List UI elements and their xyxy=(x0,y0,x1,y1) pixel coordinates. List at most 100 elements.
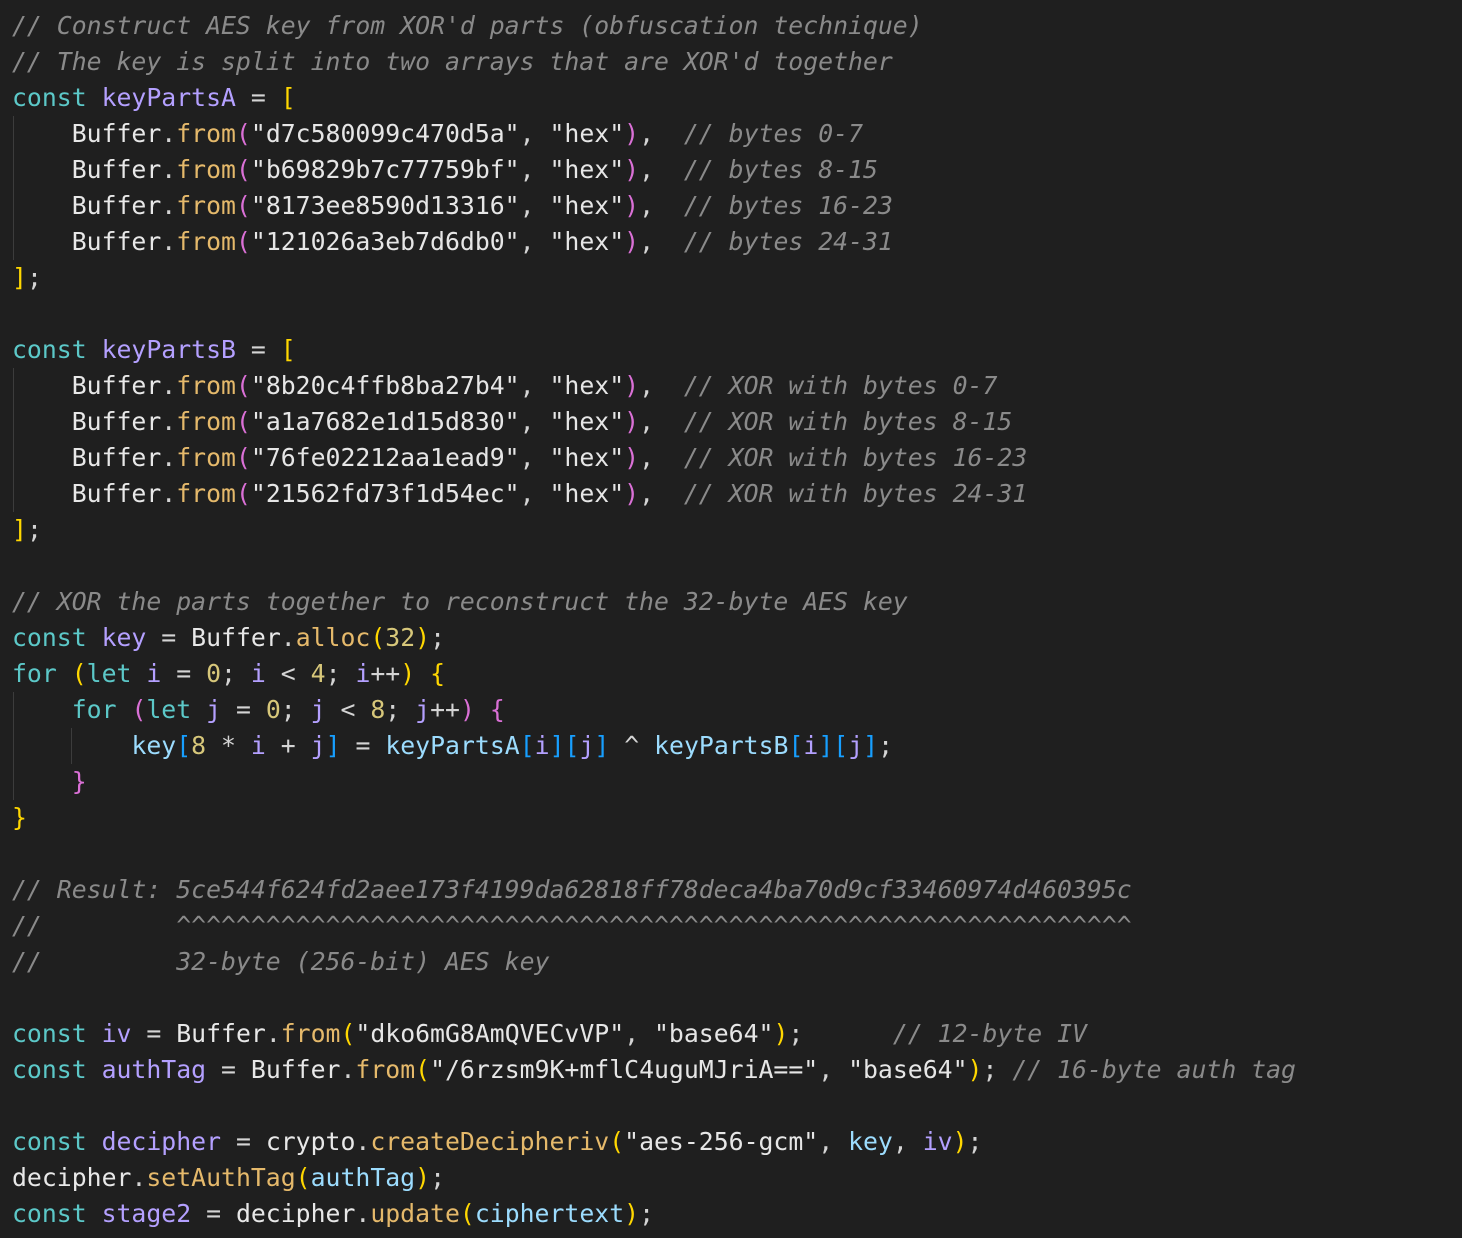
code-token: ; xyxy=(639,1199,655,1228)
code-line[interactable]: ]; xyxy=(12,512,42,548)
code-token: from xyxy=(176,119,236,148)
code-token: // XOR with bytes 16-23 xyxy=(683,443,1028,472)
code-token: from xyxy=(176,371,236,400)
code-token: "hex" xyxy=(549,443,625,472)
code-token: ( xyxy=(235,407,251,436)
code-token: Buffer xyxy=(71,407,162,436)
code-token: // XOR with bytes 24-31 xyxy=(683,479,1028,508)
code-line[interactable]: } xyxy=(12,764,87,800)
code-token: const xyxy=(12,83,102,112)
code-token: i xyxy=(803,731,819,760)
code-token: "dko6mG8AmQVECvVP" xyxy=(355,1019,625,1048)
code-line[interactable]: const decipher = crypto.createDecipheriv… xyxy=(12,1124,982,1160)
code-token: from xyxy=(176,227,236,256)
code-line[interactable]: Buffer.from("21562fd73f1d54ec", "hex"), … xyxy=(12,476,1028,512)
code-token: "8173ee8590d13316" xyxy=(250,191,520,220)
code-token: key xyxy=(131,731,177,760)
code-token: ( xyxy=(235,371,251,400)
code-line[interactable]: Buffer.from("a1a7682e1d15d830", "hex"), … xyxy=(12,404,1013,440)
code-token: . xyxy=(161,407,177,436)
code-token: . xyxy=(355,1127,371,1156)
code-token: // Construct AES key from XOR'd parts (o… xyxy=(12,11,923,40)
code-token: , xyxy=(639,443,684,472)
code-token: ; xyxy=(982,1055,1013,1084)
code-token: iv xyxy=(101,1019,132,1048)
code-token: update xyxy=(370,1199,460,1228)
code-line[interactable]: // Result: 5ce544f624fd2aee173f4199da628… xyxy=(12,872,1132,908)
code-token: . xyxy=(340,1055,356,1084)
code-token: 0 xyxy=(206,659,222,688)
code-token: ] xyxy=(12,515,27,544)
code-line[interactable]: // 32-byte (256-bit) AES key xyxy=(12,944,549,980)
code-line[interactable]: // ^^^^^^^^^^^^^^^^^^^^^^^^^^^^^^^^^^^^^… xyxy=(12,908,1132,944)
code-token: ) xyxy=(624,227,640,256)
code-token: ; xyxy=(788,1019,893,1048)
code-line[interactable]: Buffer.from("b69829b7c77759bf", "hex"), … xyxy=(12,152,878,188)
code-line[interactable]: // XOR the parts together to reconstruct… xyxy=(12,584,908,620)
code-line[interactable]: for (let j = 0; j < 8; j++) { xyxy=(12,692,505,728)
code-line[interactable]: key[8 * i + j] = keyPartsA[i][j] ^ keyPa… xyxy=(12,728,893,764)
code-line[interactable]: decipher.setAuthTag(authTag); xyxy=(12,1160,445,1196)
code-token: // ^^^^^^^^^^^^^^^^^^^^^^^^^^^^^^^^^^^^^… xyxy=(12,911,1132,940)
code-line[interactable]: const authTag = Buffer.from("/6rzsm9K+mf… xyxy=(12,1052,1296,1088)
code-token: ; xyxy=(385,695,416,724)
code-token: . xyxy=(280,623,296,652)
code-editor[interactable]: // Construct AES key from XOR'd parts (o… xyxy=(0,0,1462,1238)
code-line[interactable]: const keyPartsB = [ xyxy=(12,332,296,368)
code-token: j xyxy=(206,695,222,724)
code-token: // 16-byte auth tag xyxy=(1012,1055,1296,1084)
code-line[interactable]: Buffer.from("76fe02212aa1ead9", "hex"), … xyxy=(12,440,1028,476)
code-token: , xyxy=(639,227,684,256)
code-token: let xyxy=(146,695,207,724)
code-line[interactable]: ]; xyxy=(12,260,42,296)
code-token: const xyxy=(12,1055,102,1084)
code-token: Buffer xyxy=(71,155,162,184)
code-token: ++ xyxy=(430,695,460,724)
code-token: [ xyxy=(833,731,849,760)
code-token: ; xyxy=(280,695,311,724)
code-token: ] xyxy=(863,731,879,760)
code-token: "21562fd73f1d54ec" xyxy=(250,479,520,508)
code-token: // XOR with bytes 8-15 xyxy=(683,407,1013,436)
code-line[interactable]: } xyxy=(12,800,27,836)
code-token: for xyxy=(71,695,132,724)
code-token: = xyxy=(131,1019,177,1048)
code-token: // XOR with bytes 0-7 xyxy=(683,371,998,400)
code-line[interactable]: Buffer.from("8173ee8590d13316", "hex"), … xyxy=(12,188,893,224)
code-token: ; xyxy=(430,623,446,652)
code-line[interactable]: const keyPartsA = [ xyxy=(12,80,296,116)
code-token: = xyxy=(221,695,266,724)
code-token: . xyxy=(161,191,177,220)
code-token: ( xyxy=(235,119,251,148)
code-token: [ xyxy=(564,731,580,760)
code-token: [ xyxy=(280,335,296,364)
code-line[interactable]: const iv = Buffer.from("dko6mG8AmQVECvVP… xyxy=(12,1016,1087,1052)
code-token: setAuthTag xyxy=(146,1163,296,1192)
code-token: from xyxy=(176,407,236,436)
code-token: , xyxy=(818,1055,849,1084)
code-token: ; xyxy=(26,263,42,292)
code-token: ) xyxy=(415,623,431,652)
code-line[interactable]: const key = Buffer.alloc(32); xyxy=(12,620,445,656)
code-line[interactable]: for (let i = 0; i < 4; i++) { xyxy=(12,656,445,692)
code-token: "aes-256-gcm" xyxy=(624,1127,819,1156)
code-line[interactable]: Buffer.from("121026a3eb7d6db0", "hex"), … xyxy=(12,224,893,260)
code-token: ; xyxy=(967,1127,983,1156)
code-token: ( xyxy=(235,479,251,508)
code-line[interactable]: Buffer.from("d7c580099c470d5a", "hex"), … xyxy=(12,116,863,152)
code-line[interactable]: // Construct AES key from XOR'd parts (o… xyxy=(12,8,923,44)
code-token: const xyxy=(12,1127,102,1156)
code-token: ; xyxy=(221,659,251,688)
code-token: from xyxy=(355,1055,416,1084)
code-line[interactable]: // The key is split into two arrays that… xyxy=(12,44,893,80)
code-token: Buffer xyxy=(71,227,162,256)
code-line[interactable]: Buffer.from("8b20c4ffb8ba27b4", "hex"), … xyxy=(12,368,998,404)
code-token: , xyxy=(639,119,684,148)
code-line[interactable]: const stage2 = decipher.update(ciphertex… xyxy=(12,1196,654,1232)
code-token: ( xyxy=(370,623,386,652)
